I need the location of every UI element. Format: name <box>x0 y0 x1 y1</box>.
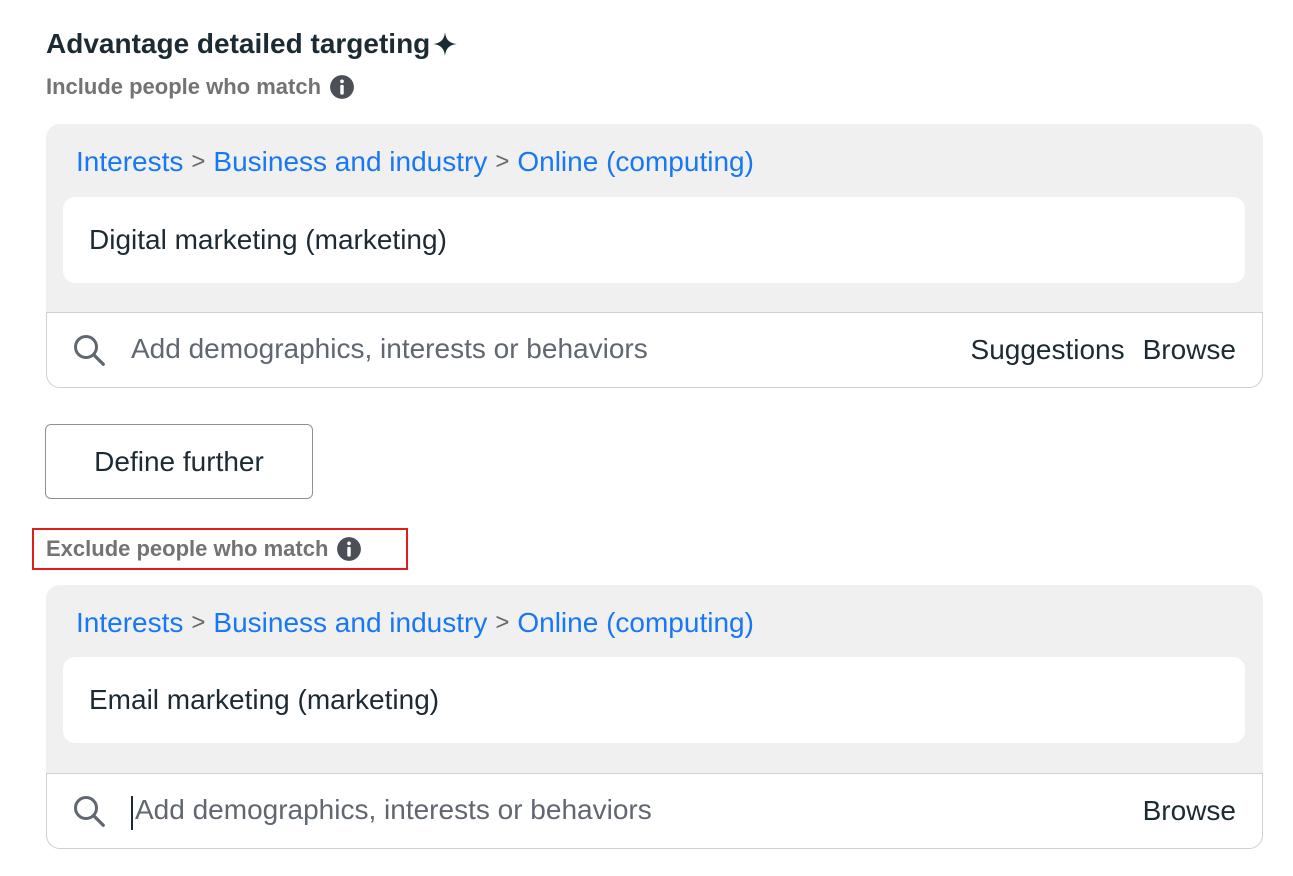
info-icon[interactable] <box>329 74 355 100</box>
breadcrumb-separator: > <box>495 609 510 636</box>
browse-link[interactable]: Browse <box>1143 334 1236 366</box>
suggestions-link[interactable]: Suggestions <box>971 334 1125 366</box>
include-label-text: Include people who match <box>46 74 322 99</box>
include-selected-item[interactable]: Digital marketing (marketing) <box>63 197 1245 283</box>
breadcrumb-separator: > <box>495 148 510 175</box>
breadcrumb-business-industry[interactable]: Business and industry <box>213 146 487 178</box>
sparkle-icon <box>433 32 458 56</box>
highlight-box <box>32 528 408 570</box>
breadcrumb-interests[interactable]: Interests <box>76 607 183 639</box>
exclude-selected-item-label: Email marketing (marketing) <box>89 684 440 715</box>
exclude-breadcrumb: Interests > Business and industry > Onli… <box>76 607 754 639</box>
include-targeting-card: Interests > Business and industry > Onli… <box>46 124 1263 388</box>
breadcrumb-business-industry[interactable]: Business and industry <box>213 607 487 639</box>
include-label: Include people who match <box>46 74 355 100</box>
browse-link[interactable]: Browse <box>1143 795 1236 827</box>
search-icon <box>74 796 105 827</box>
exclude-search-actions: Browse <box>1143 774 1236 848</box>
title-text: Advantage detailed targeting <box>46 28 431 59</box>
section-title: Advantage detailed targeting <box>46 28 458 60</box>
exclude-search-bar: Browse <box>46 773 1263 849</box>
define-further-button[interactable]: Define further <box>45 424 313 499</box>
search-icon <box>74 335 105 366</box>
include-breadcrumb: Interests > Business and industry > Onli… <box>76 146 754 178</box>
include-selected-item-label: Digital marketing (marketing) <box>89 224 447 255</box>
breadcrumb-online-computing[interactable]: Online (computing) <box>517 146 754 178</box>
exclude-targeting-card: Interests > Business and industry > Onli… <box>46 585 1263 849</box>
include-search-actions: Suggestions Browse <box>971 313 1236 387</box>
include-search-input[interactable] <box>131 327 891 371</box>
text-cursor <box>131 796 133 830</box>
breadcrumb-separator: > <box>191 609 206 636</box>
exclude-search-input[interactable] <box>135 788 895 832</box>
breadcrumb-interests[interactable]: Interests <box>76 146 183 178</box>
breadcrumb-separator: > <box>191 148 206 175</box>
breadcrumb-online-computing[interactable]: Online (computing) <box>517 607 754 639</box>
include-search-bar: Suggestions Browse <box>46 312 1263 388</box>
exclude-selected-item[interactable]: Email marketing (marketing) <box>63 657 1245 743</box>
